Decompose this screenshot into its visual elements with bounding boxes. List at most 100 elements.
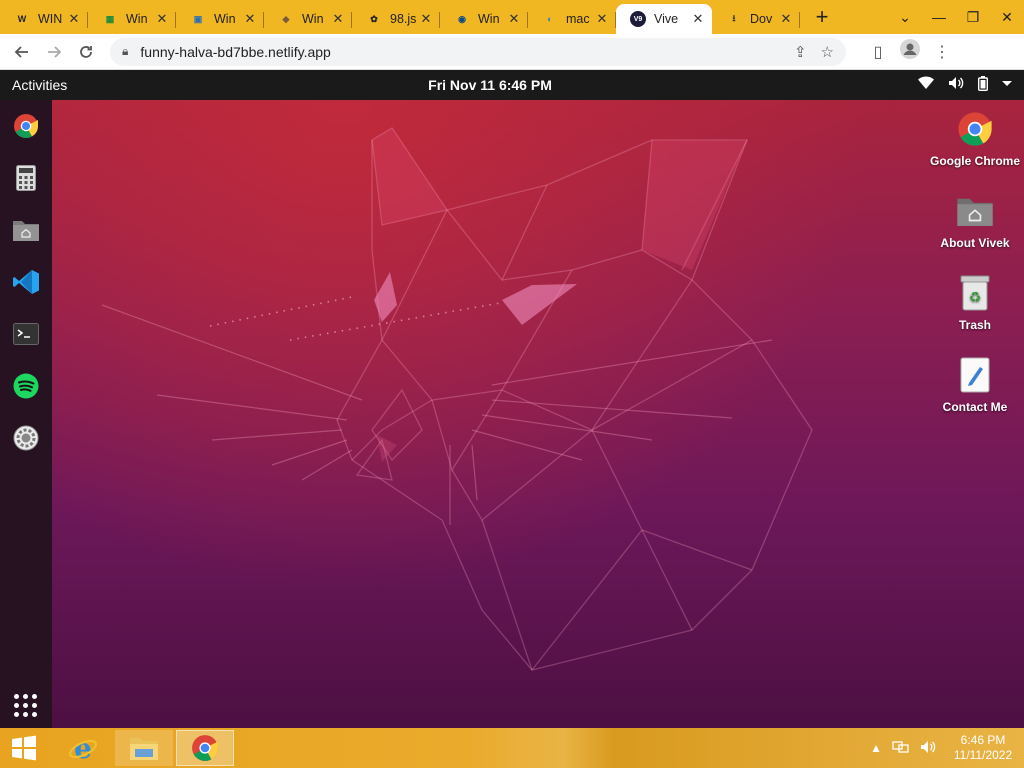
menu-kebab-icon[interactable]: ⋮ (926, 42, 958, 62)
browser-tab[interactable]: W WIN ✕ (0, 4, 88, 34)
close-window-button[interactable]: ✕ (990, 9, 1024, 26)
browser-tab[interactable]: ◆ Win ✕ (264, 4, 352, 34)
dock-chrome[interactable] (10, 110, 42, 142)
tab-close-icon[interactable]: ✕ (330, 11, 346, 27)
network-icon[interactable] (892, 740, 910, 757)
dock-settings[interactable] (10, 422, 42, 454)
restore-button[interactable]: ❐ (956, 9, 990, 26)
tab-title: Win (214, 12, 236, 26)
taskbar-clock[interactable]: 6:46 PM 11/11/2022 (946, 733, 1020, 763)
tab-close-icon[interactable]: ✕ (66, 11, 82, 27)
browser-tab[interactable]: ▣ Win ✕ (176, 4, 264, 34)
top-bar-clock[interactable]: Fri Nov 11 6:46 PM (0, 77, 980, 93)
trash-icon: ♻ (960, 275, 990, 311)
browser-tab[interactable]: ✿ 98.js ✕ (352, 4, 440, 34)
desktop-icon-trash[interactable]: ♻ Trash (925, 274, 1024, 332)
tab-close-icon[interactable]: ✕ (154, 11, 170, 27)
tab-title: 98.js (390, 12, 417, 26)
start-button[interactable] (6, 730, 42, 766)
tab-favicon-icon: ◆ (282, 13, 290, 24)
internet-explorer-icon: e (69, 733, 97, 763)
browser-tab[interactable]: ▦ Win ✕ (88, 4, 176, 34)
browser-tab[interactable]: ◉ Win ✕ (440, 4, 528, 34)
tab-title: mac (566, 12, 590, 26)
tab-close-icon[interactable]: ✕ (242, 11, 258, 27)
tab-close-icon[interactable]: ✕ (594, 11, 610, 27)
wifi-icon[interactable] (918, 76, 934, 94)
terminal-icon (13, 323, 39, 345)
back-button[interactable] (6, 36, 38, 68)
tab-close-icon[interactable]: ✕ (778, 11, 794, 27)
speaker-icon[interactable] (920, 740, 936, 757)
url-text: funny-halva-bd7bbe.netlify.app (140, 43, 331, 60)
window-controls: ⌄ — ❐ ✕ (888, 0, 1024, 34)
desktop-icon-label: Contact Me (942, 400, 1008, 414)
dock-terminal[interactable] (10, 318, 42, 350)
tab-favicon-icon: ▦ (105, 13, 115, 24)
focal-fossa-wallpaper-art (101, 127, 813, 671)
taskbar-chrome[interactable] (176, 730, 234, 766)
tab-close-icon[interactable]: ✕ (418, 11, 434, 27)
lock-icon[interactable]: 🔒︎ (122, 44, 128, 59)
calculator-icon (16, 165, 36, 191)
browser-tab[interactable]: ◐ mac ✕ (528, 4, 616, 34)
chrome-icon (192, 735, 218, 761)
vscode-icon (13, 270, 39, 294)
forward-button[interactable] (38, 36, 70, 68)
tab-favicon-icon: ◉ (458, 13, 466, 24)
windows-logo-icon (12, 735, 36, 761)
back-arrow-icon (14, 45, 28, 58)
bookmark-star-icon[interactable]: ☆ (821, 43, 834, 61)
show-hidden-icons-chevron-icon[interactable]: ▲ (870, 741, 882, 755)
share-icon[interactable]: ⇪ (794, 43, 807, 61)
tab-title: WIN (38, 12, 63, 26)
taskbar-file-explorer[interactable] (115, 730, 173, 766)
battery-icon[interactable] (977, 76, 989, 94)
profile-avatar-icon[interactable] (894, 39, 926, 64)
tab-strip: W WIN ✕ ▦ Win ✕ ▣ Win ✕ ◆ Win ✕ ✿ 98.js ✕ ◉ Win ✕ ◐ mac ✕ V9 V… (0, 0, 1024, 34)
text-editor-icon (960, 357, 990, 393)
ubuntu-top-bar: Activities Fri Nov 11 6:46 PM (0, 70, 1024, 100)
desktop-icon-label: Google Chrome (929, 154, 1020, 168)
tab-favicon-icon: ▣ (193, 13, 203, 24)
svg-text:♻: ♻ (969, 290, 982, 306)
tab-title: Win (126, 12, 148, 26)
reload-icon (80, 45, 92, 58)
browser-toolbar: 🔒︎ funny-halva-bd7bbe.netlify.app ⇪ ☆ ▯ … (0, 34, 1024, 70)
taskbar-time: 6:46 PM (960, 733, 1006, 747)
minimize-button[interactable]: — (922, 9, 956, 25)
desktop-icon-google-chrome[interactable]: Google Chrome (925, 110, 1024, 168)
new-tab-button[interactable]: + (800, 0, 844, 34)
browser-tab[interactable]: ⭳ Dov ✕ (712, 4, 800, 34)
system-tray[interactable] (918, 76, 1012, 94)
forward-arrow-icon (48, 45, 62, 58)
svg-text:e: e (74, 733, 92, 763)
desktop-icon-label: About Vivek (940, 236, 1010, 250)
reload-button[interactable] (70, 36, 102, 68)
tab-search-icon[interactable]: ⌄ (888, 9, 922, 26)
desktop-icon-label: Trash (958, 318, 991, 332)
address-bar[interactable]: 🔒︎ funny-halva-bd7bbe.netlify.app ⇪ ☆ (110, 37, 846, 66)
taskbar-date: 11/11/2022 (953, 748, 1013, 762)
volume-icon[interactable] (948, 76, 964, 94)
taskbar-internet-explorer[interactable]: e (54, 730, 112, 766)
tab-close-icon[interactable]: ✕ (506, 11, 522, 27)
side-panel-icon[interactable]: ▯ (862, 42, 894, 62)
tab-favicon-icon: V9 (630, 11, 646, 27)
show-applications-grid-icon[interactable] (14, 694, 38, 718)
browser-tab[interactable]: V9 Vive ✕ (616, 4, 712, 34)
folder-home-icon (13, 221, 39, 241)
dock-vscode[interactable] (10, 266, 42, 298)
tab-close-icon[interactable]: ✕ (690, 11, 706, 27)
dock-calculator[interactable] (10, 162, 42, 194)
system-menu-chevron-icon[interactable] (1002, 76, 1012, 94)
tab-title: Win (478, 12, 500, 26)
settings-gear-icon (13, 425, 39, 451)
desktop-icon-about-vivek[interactable]: About Vivek (925, 192, 1024, 250)
desktop-icon-contact-me[interactable]: Contact Me (925, 356, 1024, 414)
dock-spotify[interactable] (10, 370, 42, 402)
tab-title: Vive (654, 12, 679, 26)
file-explorer-icon (130, 738, 158, 760)
tab-title: Win (302, 12, 324, 26)
dock-files[interactable] (10, 214, 42, 246)
